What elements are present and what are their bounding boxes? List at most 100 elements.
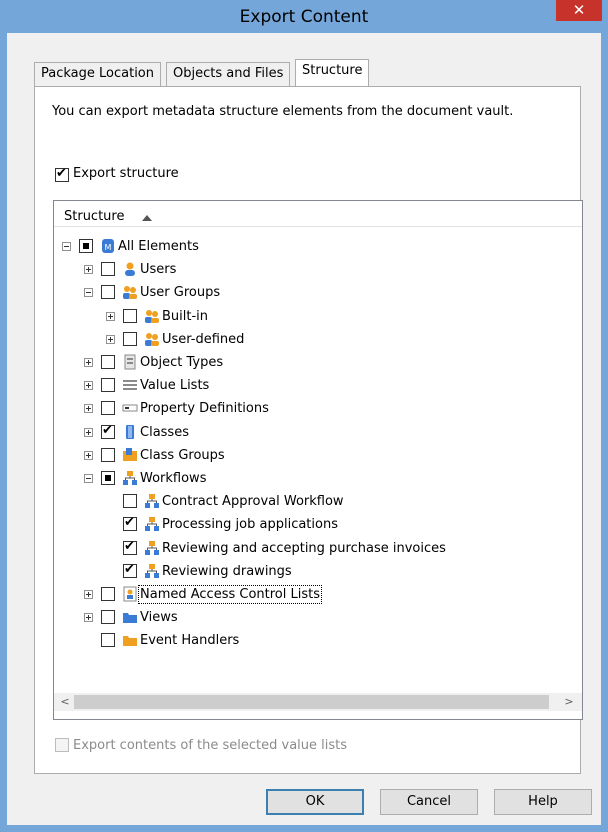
export-value-lists-label: Export contents of the selected value li… xyxy=(73,738,348,753)
tree-item-label[interactable]: Processing job applications xyxy=(162,517,338,532)
metadata-vault-icon: M xyxy=(100,238,116,254)
tree-item-label[interactable]: User-defined xyxy=(162,332,244,347)
intro-text: You can export metadata structure elemen… xyxy=(52,104,514,119)
cancel-button[interactable]: Cancel xyxy=(380,789,478,815)
tree-column-header[interactable]: Structure xyxy=(54,201,582,227)
export-value-lists-checkbox[interactable] xyxy=(55,738,69,752)
tree-item[interactable]: User Groups xyxy=(54,282,574,304)
tree-item-checkbox[interactable] xyxy=(123,562,137,578)
window-title: Export Content xyxy=(239,7,369,27)
tree-item-checkbox[interactable] xyxy=(101,262,115,277)
value-list-icon xyxy=(122,377,138,393)
close-icon[interactable]: ✕ xyxy=(556,0,602,21)
expand-icon[interactable] xyxy=(84,265,93,275)
tree-item-checkbox[interactable] xyxy=(101,633,115,648)
tab-package-location[interactable]: Package Location xyxy=(34,62,162,86)
export-structure-label[interactable]: Export structure xyxy=(73,166,179,181)
tree-item[interactable]: Named Access Control Lists xyxy=(54,584,574,606)
tab-label: Structure xyxy=(302,63,363,78)
expand-icon[interactable] xyxy=(84,404,93,414)
tree-item[interactable]: Reviewing and accepting purchase invoice… xyxy=(54,538,574,560)
tree-item-label[interactable]: Object Types xyxy=(140,355,223,370)
collapse-icon[interactable] xyxy=(84,288,93,298)
expand-icon[interactable] xyxy=(84,590,93,599)
tree-item[interactable]: Event Handlers xyxy=(54,630,574,652)
view-folder-icon xyxy=(122,609,138,625)
tree-item[interactable]: Contract Approval Workflow xyxy=(54,491,574,513)
tree-item-label[interactable]: Users xyxy=(140,262,176,277)
expand-icon[interactable] xyxy=(84,613,93,623)
workflow-icon xyxy=(144,563,160,579)
tree-item-label[interactable]: Class Groups xyxy=(140,448,225,463)
tree-item-label[interactable]: Views xyxy=(140,610,178,625)
tree-item[interactable]: Workflows xyxy=(54,468,574,490)
tree-item-checkbox[interactable] xyxy=(101,447,115,462)
tree-item[interactable]: Classes xyxy=(54,422,574,444)
scrollbar-thumb[interactable] xyxy=(74,695,549,709)
tree-item[interactable]: Value Lists xyxy=(54,375,574,397)
user-group-icon xyxy=(144,308,160,324)
tree-item-label[interactable]: Reviewing drawings xyxy=(162,564,292,579)
collapse-icon[interactable] xyxy=(62,242,71,251)
scroll-left-icon[interactable]: < xyxy=(56,693,74,711)
tree-item-label[interactable]: Value Lists xyxy=(140,378,209,393)
column-header-label: Structure xyxy=(64,209,125,224)
tab-label: Objects and Files xyxy=(173,66,284,81)
tree-item-checkbox[interactable] xyxy=(101,378,115,393)
tree-item-checkbox[interactable] xyxy=(101,587,115,601)
tree-item-checkbox[interactable] xyxy=(123,539,137,555)
tab-objects-and-files[interactable]: Objects and Files xyxy=(166,62,291,86)
tree-item-label[interactable]: Classes xyxy=(140,425,189,440)
tree-item[interactable]: Object Types xyxy=(54,352,574,374)
tree-item-label[interactable]: Property Definitions xyxy=(140,401,269,416)
expand-icon[interactable] xyxy=(84,358,93,367)
tree-item-checkbox[interactable] xyxy=(101,401,115,416)
tree-item[interactable]: Views xyxy=(54,607,574,629)
tree-item-checkbox[interactable] xyxy=(101,423,115,439)
expand-icon[interactable] xyxy=(84,450,93,460)
titlebar[interactable]: Export Content ✕ xyxy=(0,0,608,33)
help-button[interactable]: Help xyxy=(494,789,592,815)
structure-tree[interactable]: Structure M All Elements Users User Groups B… xyxy=(53,200,583,720)
tree-item-checkbox[interactable] xyxy=(101,285,115,300)
workflow-icon xyxy=(144,493,160,509)
tree-item-checkbox[interactable] xyxy=(123,331,137,346)
tree-item[interactable]: Class Groups xyxy=(54,445,574,467)
tree-item-checkbox[interactable] xyxy=(101,610,115,625)
tree-item-checkbox[interactable] xyxy=(101,471,115,485)
tree-item[interactable]: Property Definitions xyxy=(54,398,574,420)
tree-item-checkbox[interactable] xyxy=(123,515,137,532)
expand-icon[interactable] xyxy=(106,334,115,344)
tab-label: Package Location xyxy=(41,66,155,81)
ok-button[interactable]: OK xyxy=(266,789,364,815)
tree-item-checkbox[interactable] xyxy=(101,355,115,369)
tree-item[interactable]: Users xyxy=(54,259,574,281)
object-type-icon xyxy=(122,354,138,370)
tree-item-checkbox[interactable] xyxy=(79,239,93,253)
access-control-list-icon xyxy=(122,586,138,602)
tree-item-label[interactable]: Workflows xyxy=(140,471,206,486)
tree-item-label[interactable]: Contract Approval Workflow xyxy=(162,494,344,509)
tree-item-label[interactable]: Built-in xyxy=(162,309,208,324)
tree-item-label[interactable]: Event Handlers xyxy=(140,633,239,648)
expand-icon[interactable] xyxy=(84,427,93,437)
tree-item[interactable]: Reviewing drawings xyxy=(54,561,574,583)
horizontal-scrollbar[interactable]: < > xyxy=(54,693,582,711)
tree-item[interactable]: User-defined xyxy=(54,329,574,351)
tree-item-label[interactable]: Reviewing and accepting purchase invoice… xyxy=(162,541,446,556)
tree-item[interactable]: M All Elements xyxy=(54,236,574,258)
tab-structure[interactable]: Structure xyxy=(295,59,370,86)
scroll-right-icon[interactable]: > xyxy=(560,693,578,711)
tree-item-label[interactable]: All Elements xyxy=(118,239,199,254)
tree-item[interactable]: Built-in xyxy=(54,306,574,328)
collapse-icon[interactable] xyxy=(84,474,93,483)
tree-item-checkbox[interactable] xyxy=(123,494,137,509)
export-structure-checkbox[interactable] xyxy=(55,166,69,182)
tree-item[interactable]: Processing job applications xyxy=(54,514,574,536)
tree-item-checkbox[interactable] xyxy=(123,308,137,323)
expand-icon[interactable] xyxy=(84,381,93,391)
tree-item-label[interactable]: User Groups xyxy=(140,285,220,300)
tree-item-label[interactable]: Named Access Control Lists xyxy=(138,585,322,604)
expand-icon[interactable] xyxy=(106,311,115,321)
svg-text:M: M xyxy=(105,243,112,252)
